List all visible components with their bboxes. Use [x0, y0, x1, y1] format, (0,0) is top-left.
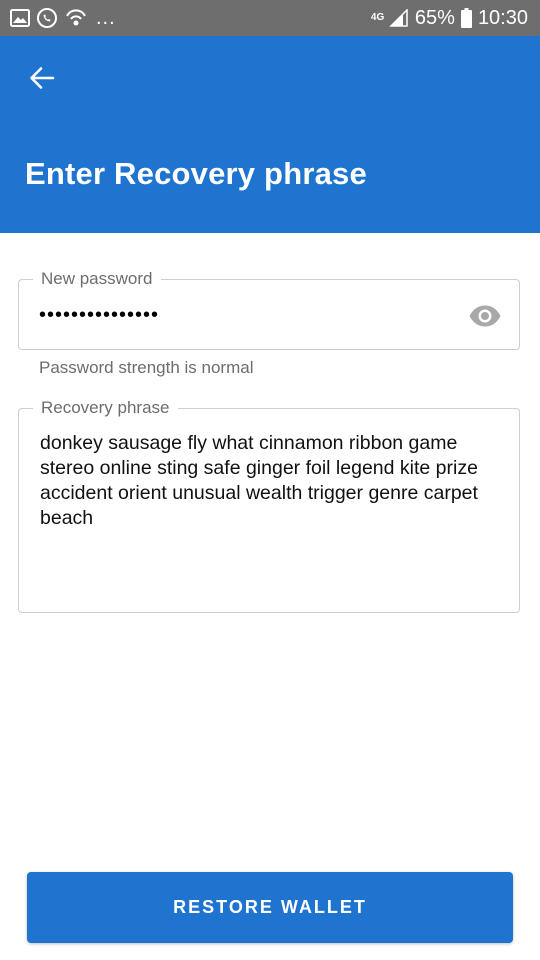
arrow-back-icon [29, 65, 55, 91]
clock: 10:30 [477, 7, 528, 29]
password-strength-text: Password strength is normal [39, 358, 254, 377]
recovery-phrase-field: Recovery phrase donkey sausage fly what … [18, 398, 520, 613]
more-notifications-text: ... [96, 7, 116, 29]
new-password-input[interactable] [39, 300, 459, 330]
status-bar-system: 4G 65% 10:30 [371, 0, 528, 36]
battery-percent: 65% [414, 7, 455, 29]
gallery-icon [10, 9, 30, 27]
new-password-label: New password [33, 269, 161, 289]
recovery-phrase-input[interactable]: donkey sausage fly what cinnamon ribbon … [40, 431, 502, 601]
new-password-field: New password [18, 269, 520, 350]
recovery-phrase-label: Recovery phrase [33, 398, 178, 418]
wifi-calling-icon [64, 7, 88, 29]
battery-icon [460, 8, 472, 28]
show-password-toggle[interactable] [467, 300, 503, 332]
eye-icon [468, 304, 502, 328]
page-title: Enter Recovery phrase [25, 156, 367, 191]
network-type: 4G [370, 12, 385, 23]
status-bar: ... 4G 65% 10:30 [0, 0, 540, 36]
status-bar-notifications: ... [10, 7, 116, 29]
signal-icon [389, 8, 409, 27]
phone-call-icon [36, 7, 58, 29]
back-button[interactable] [22, 58, 62, 98]
app-bar: Enter Recovery phrase [0, 36, 540, 233]
restore-wallet-button[interactable]: RESTORE WALLET [27, 872, 513, 943]
